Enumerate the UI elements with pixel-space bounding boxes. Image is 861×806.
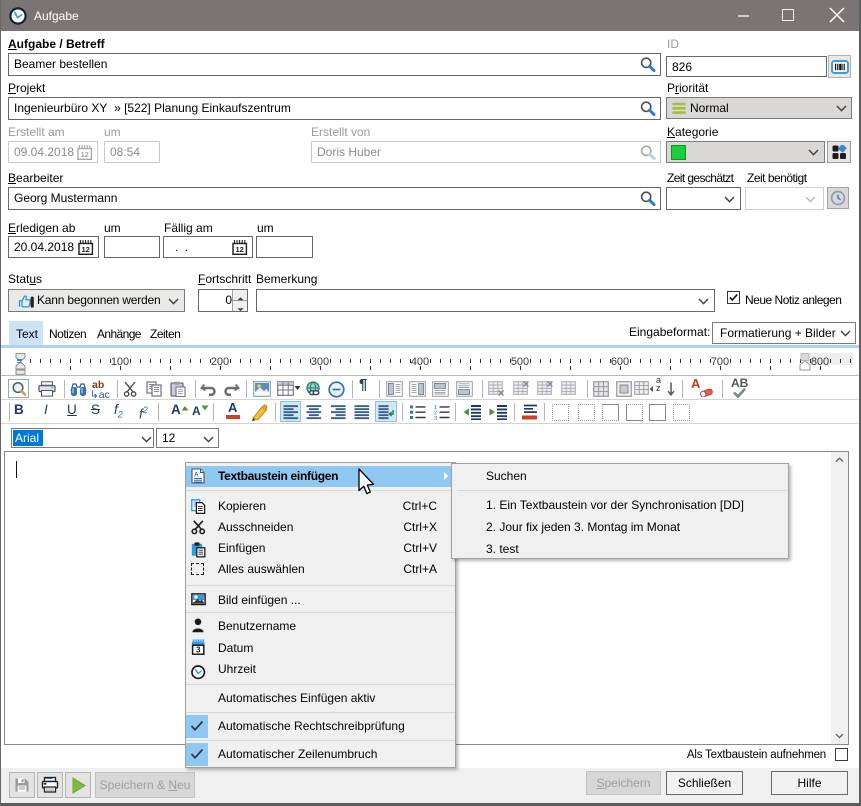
- svg-text:12: 12: [82, 245, 90, 254]
- svg-text:3: 3: [434, 416, 437, 420]
- svg-text:A: A: [194, 472, 199, 479]
- svg-text:12: 12: [81, 150, 89, 159]
- svg-text:12: 12: [236, 245, 244, 254]
- svg-text:3: 3: [196, 646, 201, 655]
